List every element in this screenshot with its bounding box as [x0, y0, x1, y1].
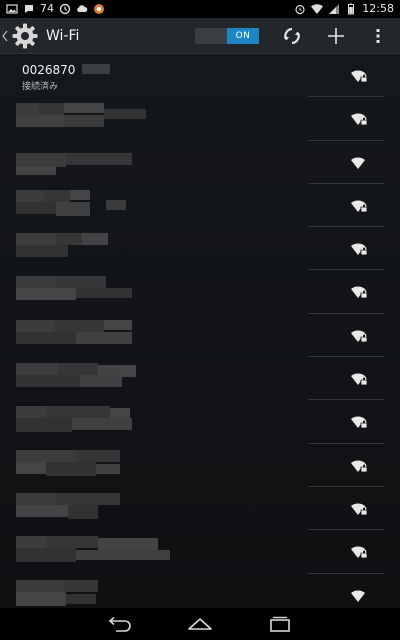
wifi-lock-icon	[350, 68, 368, 83]
status-bar: 74 12:58	[0, 0, 400, 18]
back-button[interactable]	[100, 608, 140, 640]
obscured-network-name	[16, 449, 176, 482]
settings-gear-icon	[10, 21, 40, 51]
wifi-lock-icon	[350, 544, 368, 559]
network-row[interactable]	[0, 574, 400, 608]
obscured-network-name	[16, 363, 176, 395]
page-title: Wi-Fi	[46, 27, 80, 44]
battery-icon	[345, 3, 357, 15]
status-bar-right: 12:58	[294, 3, 394, 15]
obscured-network-name	[16, 233, 176, 265]
wifi-icon	[350, 588, 368, 602]
obscured-network-name	[16, 276, 176, 308]
app-icon	[93, 3, 105, 15]
network-row[interactable]	[0, 357, 400, 401]
obscured-network-name	[16, 147, 176, 179]
network-row[interactable]	[0, 184, 400, 228]
status-bar-left: 74	[6, 3, 105, 15]
overflow-menu-button[interactable]	[358, 18, 398, 54]
toggle-on-label: ON	[227, 28, 259, 44]
network-row[interactable]	[0, 97, 400, 141]
network-name: 0026870	[22, 63, 76, 77]
wifi-icon	[311, 3, 324, 15]
wifi-lock-icon	[350, 501, 368, 516]
wifi-lock-icon	[350, 458, 368, 473]
wifi-lock-icon	[350, 241, 368, 256]
battery-percent-label: 74	[40, 2, 54, 15]
sync-icon	[59, 3, 71, 15]
signal-icon	[328, 3, 340, 15]
network-row[interactable]	[0, 444, 400, 487]
network-row[interactable]	[0, 530, 400, 574]
obscured-network-name	[16, 319, 176, 352]
network-row[interactable]: 0026870 接続済み	[0, 54, 400, 98]
up-navigation[interactable]: Wi-Fi	[0, 18, 79, 54]
obscured-network-name	[16, 579, 176, 608]
network-status: 接続済み	[22, 82, 59, 92]
network-row[interactable]	[0, 400, 400, 444]
wifi-lock-icon	[350, 111, 368, 126]
notification-icon	[23, 3, 35, 15]
wifi-icon	[350, 155, 368, 169]
add-icon	[328, 28, 344, 44]
redacted-text	[82, 64, 110, 74]
wifi-lock-icon	[350, 198, 368, 213]
action-bar: Wi-Fi ON	[0, 18, 400, 54]
obscured-network-name	[16, 536, 176, 568]
network-row[interactable]	[0, 314, 400, 358]
clock: 12:58	[362, 2, 394, 15]
alarm-icon	[294, 3, 306, 15]
network-row[interactable]	[0, 487, 400, 531]
home-button[interactable]	[180, 608, 220, 640]
wifi-lock-icon	[350, 284, 368, 299]
network-row[interactable]	[0, 227, 400, 271]
wifi-toggle[interactable]: ON	[195, 28, 259, 44]
home-icon	[188, 618, 212, 630]
wifi-lock-icon	[350, 328, 368, 343]
recents-icon	[270, 616, 290, 632]
add-network-button[interactable]	[316, 18, 356, 54]
recents-button[interactable]	[260, 608, 300, 640]
obscured-network-name	[16, 406, 176, 438]
toggle-off-track	[195, 28, 227, 44]
overflow-menu-icon	[376, 29, 380, 43]
wps-icon	[284, 27, 300, 45]
network-row[interactable]	[0, 270, 400, 314]
wifi-lock-icon	[350, 414, 368, 429]
back-icon	[108, 616, 131, 632]
chevron-left-icon	[2, 29, 8, 43]
network-row[interactable]	[0, 141, 400, 184]
wifi-lock-icon	[350, 371, 368, 386]
obscured-network-name	[16, 492, 176, 525]
image-icon	[6, 3, 18, 15]
navigation-bar	[0, 608, 400, 640]
wps-button[interactable]	[272, 18, 312, 54]
cloud-icon	[76, 3, 88, 15]
obscured-network-name	[16, 189, 176, 222]
network-list: 0026870 接続済み	[0, 54, 400, 608]
obscured-network-name	[16, 103, 176, 135]
